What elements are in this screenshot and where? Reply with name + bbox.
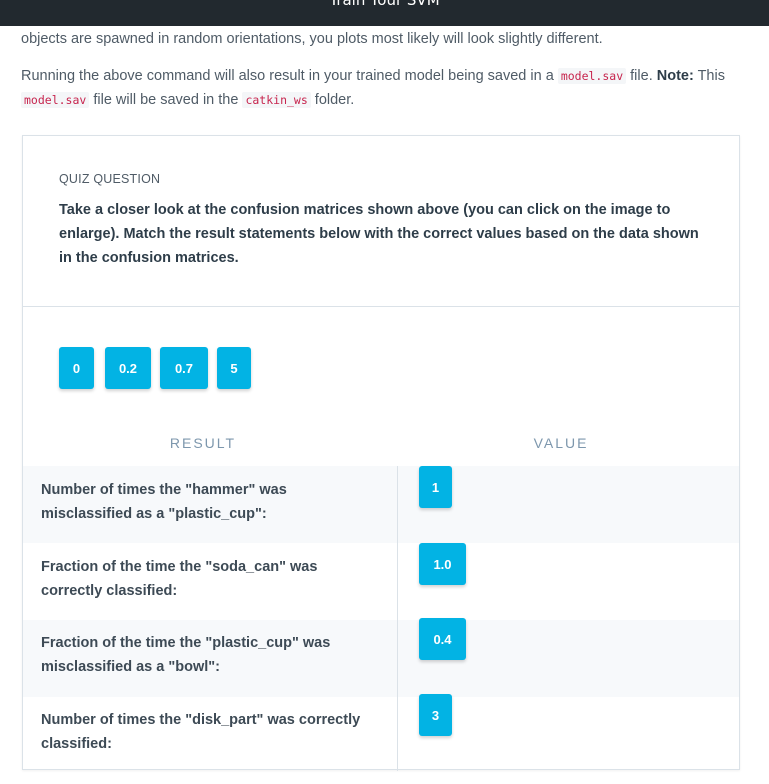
code-model-sav: model.sav	[21, 92, 90, 108]
option-chip[interactable]: 0.2	[105, 347, 151, 389]
option-chip[interactable]: 5	[217, 347, 251, 389]
table-row: Fraction of the time the "plastic_cup" w…	[23, 618, 739, 697]
column-header-result: RESULT	[169, 435, 237, 451]
column-divider	[397, 466, 398, 771]
para-text: This	[693, 68, 725, 84]
answer-chip[interactable]: 1.0	[419, 543, 466, 585]
paragraph-orientation-note: objects are spawned in random orientatio…	[21, 31, 603, 47]
para-text: Running the above command will also resu…	[21, 68, 558, 84]
para-text: folder.	[310, 92, 355, 108]
table-row: Number of times the "hammer" was misclas…	[23, 466, 739, 543]
column-header-value: VALUE	[533, 435, 589, 451]
answer-chip[interactable]: 1	[419, 466, 452, 508]
result-statement: Fraction of the time the "soda_can" was …	[41, 559, 318, 599]
quiz-question: Take a closer look at the confusion matr…	[59, 202, 699, 266]
quiz-kicker: QUIZ QUESTION	[59, 172, 161, 186]
quiz-card: QUIZ QUESTION Take a closer look at the …	[22, 135, 740, 773]
result-statement: Number of times the "disk_part" was corr…	[41, 712, 361, 752]
note-label: Note:	[656, 68, 694, 84]
para-text: file.	[626, 68, 657, 84]
page-title: Train Your SVM	[329, 0, 440, 9]
result-statement: Number of times the "hammer" was misclas…	[41, 482, 287, 522]
top-bar: Train Your SVM	[0, 0, 769, 26]
option-chip[interactable]: 0.7	[160, 347, 208, 389]
paragraph-model-save: Running the above command will also resu…	[21, 64, 741, 112]
answer-chip[interactable]: 0.4	[419, 618, 466, 660]
table-row: Number of times the "disk_part" was corr…	[23, 694, 739, 773]
answer-chip[interactable]: 3	[419, 694, 452, 736]
code-model-sav: model.sav	[557, 68, 627, 84]
result-statement: Fraction of the time the "plastic_cup" w…	[41, 635, 331, 675]
para-text: file will be saved in the	[89, 92, 243, 108]
code-catkin-ws: catkin_ws	[242, 92, 311, 108]
quiz-header: QUIZ QUESTION Take a closer look at the …	[23, 136, 739, 307]
table-row: Fraction of the time the "soda_can" was …	[23, 543, 739, 620]
option-chip[interactable]: 0	[59, 347, 94, 389]
